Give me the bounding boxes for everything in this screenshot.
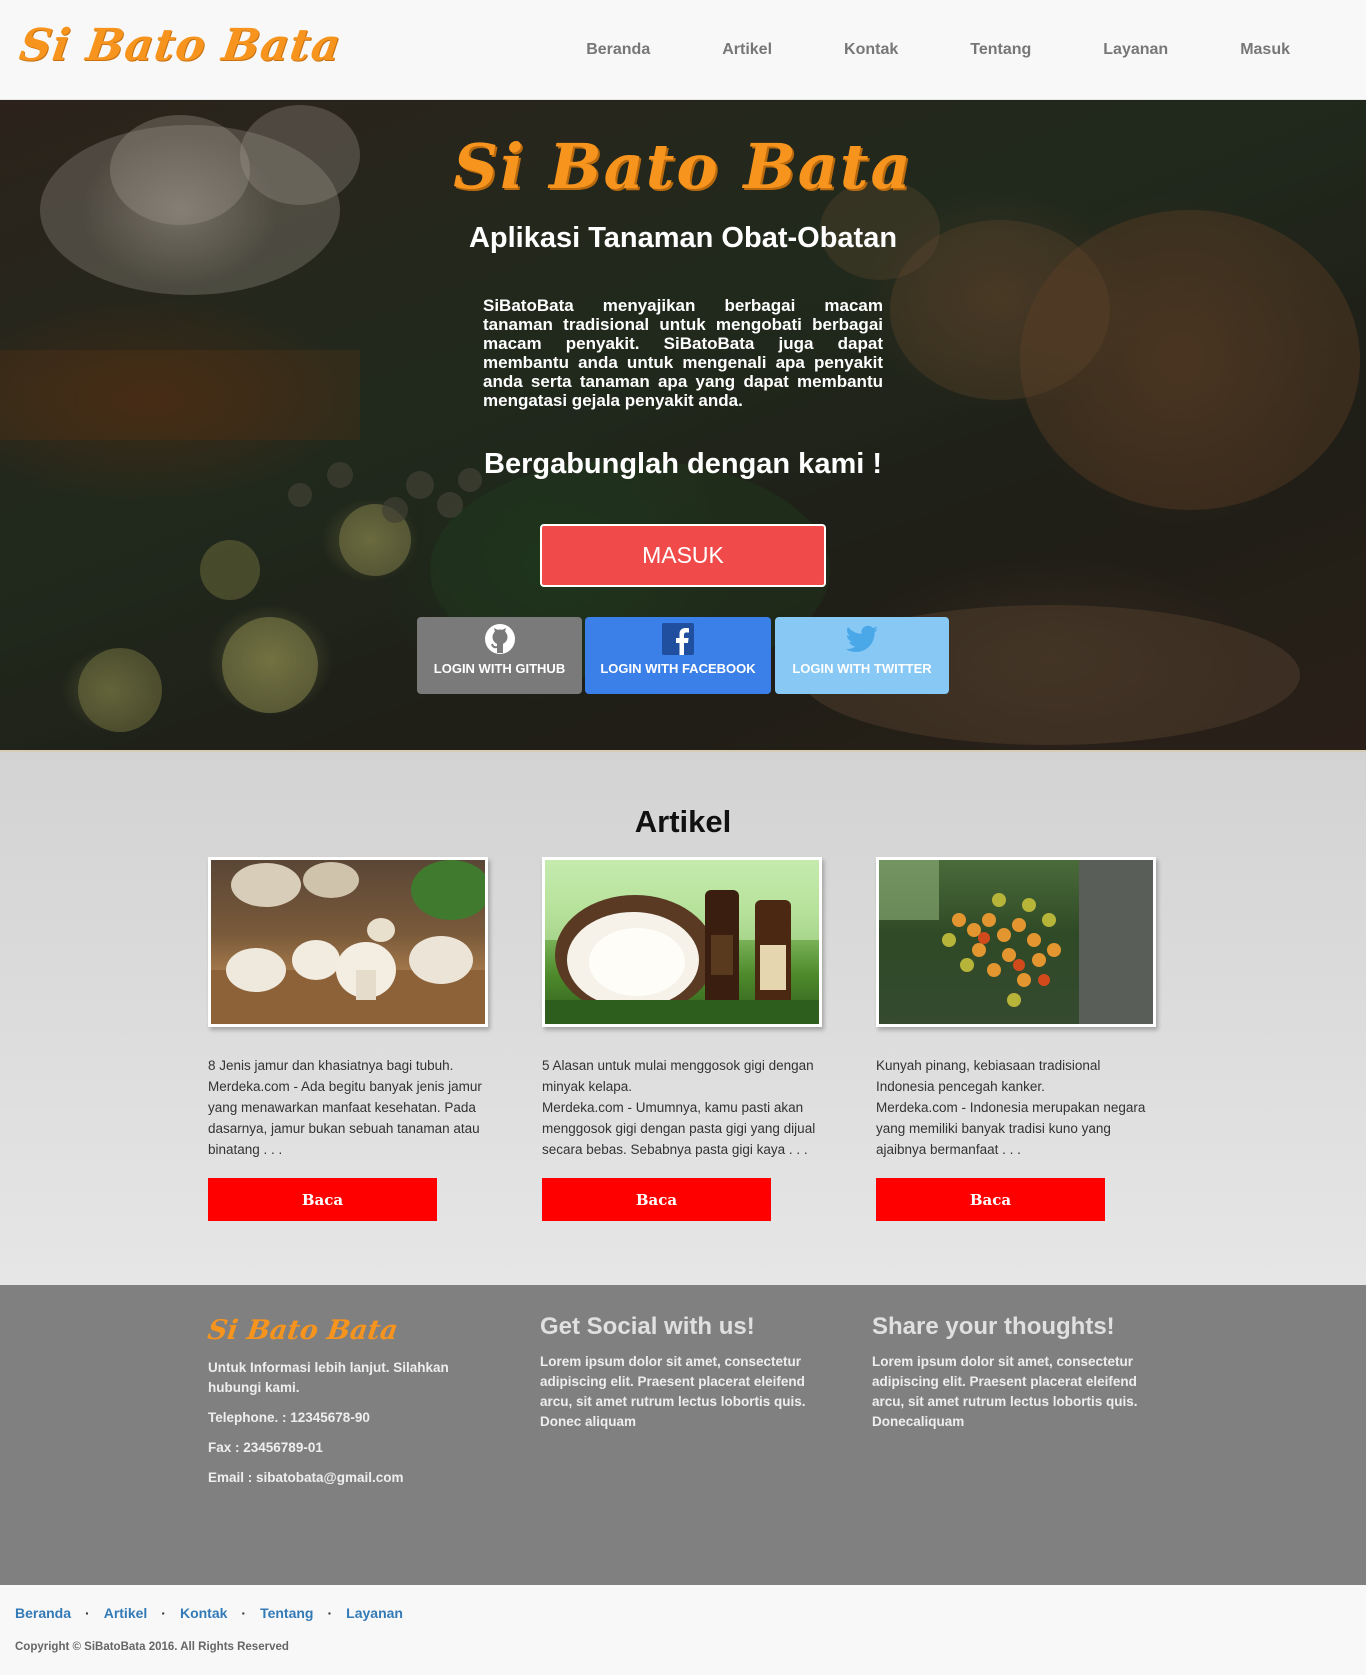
hero-subtitle: Aplikasi Tanaman Obat-Obatan <box>468 222 898 254</box>
footer-email: Email : sibatobata@gmail.com <box>208 1470 404 1485</box>
login-twitter-label: LOGIN WITH TWITTER <box>792 661 932 676</box>
bottom-separator: · <box>161 1605 166 1621</box>
masuk-button[interactable]: MASUK <box>540 524 826 587</box>
articles-title: Artikel <box>634 804 732 839</box>
login-facebook-button[interactable]: LOGIN WITH FACEBOOK <box>585 617 771 694</box>
login-github-button[interactable]: LOGIN WITH GITHUB <box>417 617 582 694</box>
article-text-coconut: 5 Alasan untuk mulai menggosok gigi deng… <box>542 1055 825 1160</box>
coconut-image <box>545 860 819 1024</box>
footer-contact: Untuk Informasi lebih lanjut. Silahkan h… <box>208 1358 478 1498</box>
areca-palm-image <box>879 860 1153 1024</box>
nav-link-beranda[interactable]: Beranda <box>550 41 686 59</box>
nav-link-artikel[interactable]: Artikel <box>686 41 808 59</box>
bottom-link-layanan[interactable]: Layanan <box>346 1605 403 1621</box>
article-excerpt: Merdeka.com - Ada begitu banyak jenis ja… <box>208 1079 482 1157</box>
footer-telephone: Telephone. : 12345678-90 <box>208 1410 370 1425</box>
footer-social-heading: Get Social with us! <box>540 1313 755 1340</box>
article-headline: 8 Jenis jamur dan khasiatnya bagi tubuh. <box>208 1058 454 1073</box>
footer-fax: Fax : 23456789-01 <box>208 1440 323 1455</box>
copyright: Copyright © SiBatoBata 2016. All Rights … <box>15 1641 289 1653</box>
footer-thoughts-text: Lorem ipsum dolor sit amet, consectetur … <box>872 1354 1138 1429</box>
bottom-separator: · <box>85 1605 90 1621</box>
hero-description: SiBatoBata menyajikan berbagai macam tan… <box>483 296 883 410</box>
nav-link-kontak[interactable]: Kontak <box>808 41 934 59</box>
read-button-palm[interactable]: Baca <box>876 1178 1105 1221</box>
article-image-coconut[interactable] <box>542 857 822 1027</box>
footer: Si Bato Bata Untuk Informasi lebih lanju… <box>0 1285 1366 1585</box>
nav-link-tentang[interactable]: Tentang <box>934 41 1067 59</box>
article-card-palm: Kunyah pinang, kebiasaan tradisional Ind… <box>876 857 1159 1221</box>
login-facebook-label: LOGIN WITH FACEBOOK <box>600 661 756 676</box>
footer-thoughts-heading: Share your thoughts! <box>872 1313 1115 1340</box>
read-button-coconut[interactable]: Baca <box>542 1178 771 1221</box>
article-text-palm: Kunyah pinang, kebiasaan tradisional Ind… <box>876 1055 1159 1160</box>
article-headline: 5 Alasan untuk mulai menggosok gigi deng… <box>542 1058 814 1094</box>
login-twitter-button[interactable]: LOGIN WITH TWITTER <box>775 617 949 694</box>
articles-section: Artikel 8 Jenis jamur dan khasiatnya bag… <box>0 750 1366 1285</box>
article-image-mushroom[interactable] <box>208 857 488 1027</box>
bottom-link-kontak[interactable]: Kontak <box>180 1605 227 1621</box>
bottom-links: Beranda · Artikel · Kontak · Tentang · L… <box>15 1605 403 1621</box>
article-text-mushroom: 8 Jenis jamur dan khasiatnya bagi tubuh.… <box>208 1055 491 1160</box>
article-card-coconut: 5 Alasan untuk mulai menggosok gigi deng… <box>542 857 825 1221</box>
bottom-separator: · <box>327 1605 333 1621</box>
nav-link-layanan[interactable]: Layanan <box>1067 41 1204 59</box>
hero-section: Si Bato Bata Aplikasi Tanaman Obat-Obata… <box>0 100 1366 750</box>
bottom-link-tentang[interactable]: Tentang <box>260 1605 313 1621</box>
article-card-mushroom: 8 Jenis jamur dan khasiatnya bagi tubuh.… <box>208 857 491 1221</box>
hero-title: Si Bato Bata <box>453 130 913 203</box>
github-icon <box>484 624 515 654</box>
bottom-bar: Beranda · Artikel · Kontak · Tentang · L… <box>0 1585 1366 1675</box>
facebook-icon <box>662 623 694 655</box>
article-headline: Kunyah pinang, kebiasaan tradisional Ind… <box>876 1058 1101 1094</box>
hero-join-text: Bergabunglah dengan kami ! <box>484 448 882 480</box>
navbar: Si Bato Bata Beranda Artikel Kontak Tent… <box>0 0 1366 100</box>
mushroom-image <box>211 860 485 1024</box>
nav-link-masuk[interactable]: Masuk <box>1204 41 1326 59</box>
login-github-label: LOGIN WITH GITHUB <box>433 661 566 676</box>
article-image-palm[interactable] <box>876 857 1156 1027</box>
read-button-mushroom[interactable]: Baca <box>208 1178 437 1221</box>
brand-logo[interactable]: Si Bato Bata <box>16 20 344 71</box>
footer-contact-intro: Untuk Informasi lebih lanjut. Silahkan h… <box>208 1360 449 1395</box>
twitter-icon <box>845 625 878 652</box>
hero-content: Si Bato Bata Aplikasi Tanaman Obat-Obata… <box>0 100 1366 750</box>
article-excerpt: Merdeka.com - Indonesia merupakan negara… <box>876 1100 1146 1157</box>
footer-social-text: Lorem ipsum dolor sit amet, consectetur … <box>540 1354 806 1429</box>
bottom-link-beranda[interactable]: Beranda <box>15 1605 71 1621</box>
footer-brand: Si Bato Bata <box>205 1315 400 1346</box>
bottom-link-artikel[interactable]: Artikel <box>104 1605 148 1621</box>
article-excerpt: Merdeka.com - Umumnya, kamu pasti akan m… <box>542 1100 816 1157</box>
bottom-separator: · <box>241 1605 247 1621</box>
nav-links: Beranda Artikel Kontak Tentang Layanan M… <box>550 0 1326 100</box>
